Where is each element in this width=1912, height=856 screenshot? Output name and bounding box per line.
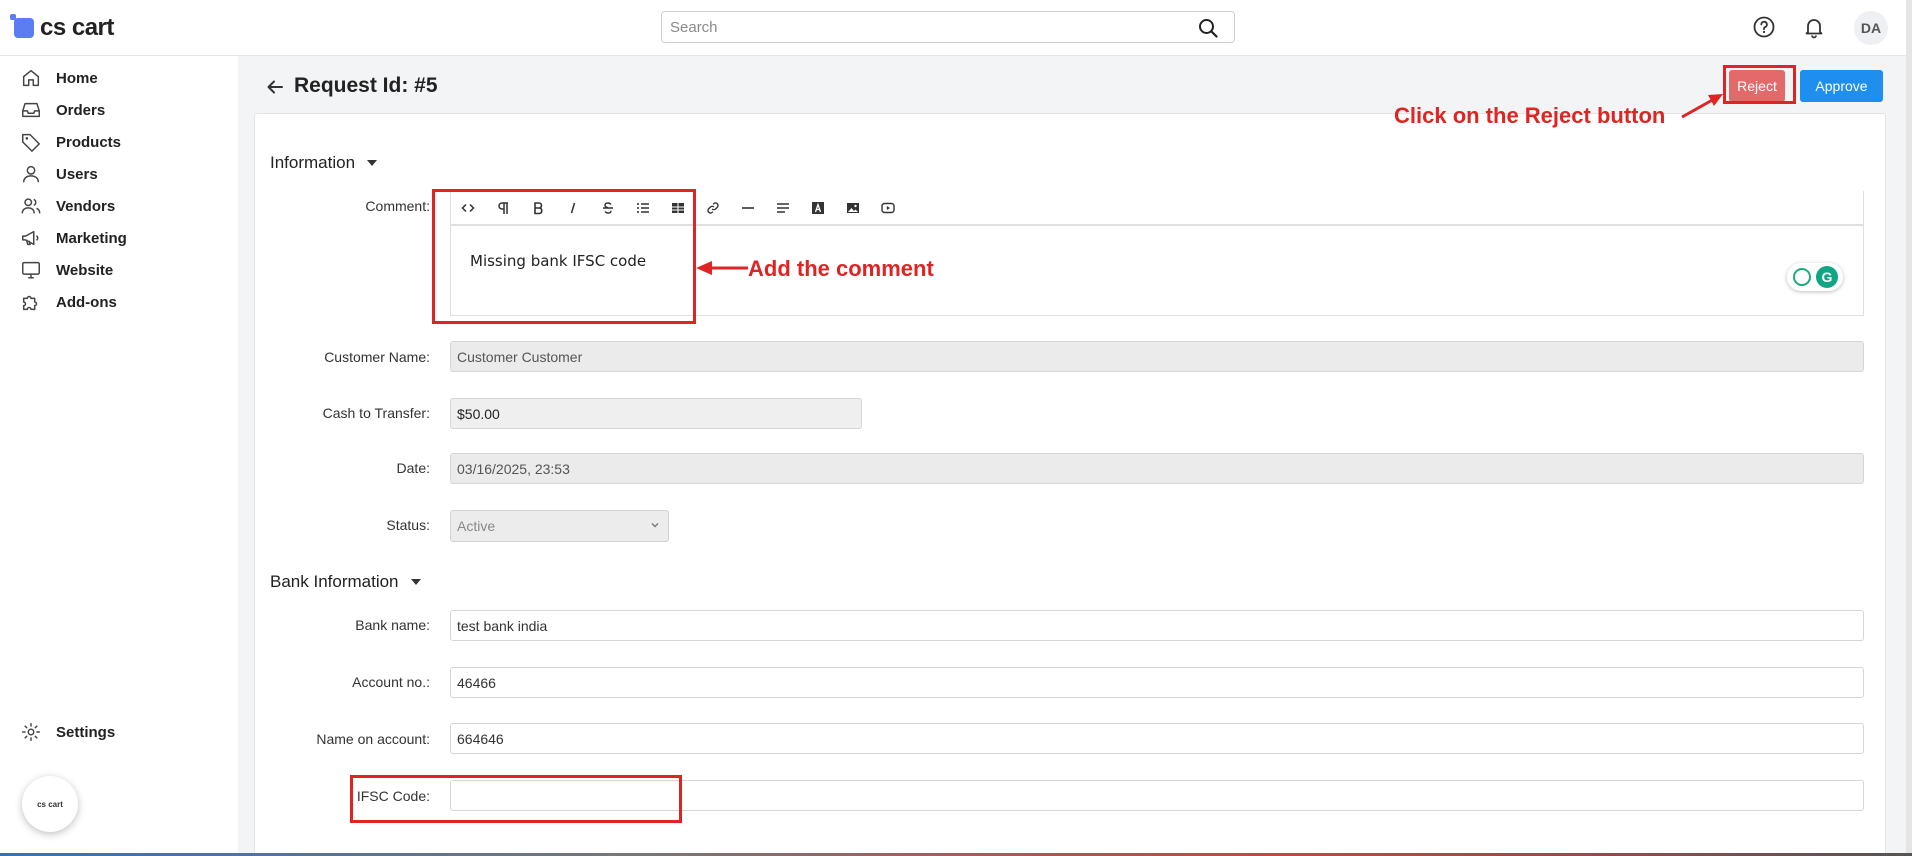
bank-information-section-toggle[interactable]: Bank Information <box>270 572 421 592</box>
search-box <box>661 11 1235 43</box>
grammarly-icon: G <box>1816 266 1838 288</box>
customer-name-field: Customer Customer <box>450 341 1864 372</box>
sidebar-item-orders[interactable]: Orders <box>20 96 105 124</box>
horizontal-rule-icon[interactable] <box>730 190 765 225</box>
font-color-icon[interactable] <box>800 190 835 225</box>
top-bar: cs cart DA <box>0 0 1912 56</box>
reject-highlight-box <box>1723 65 1796 104</box>
sidebar-item-label: Vendors <box>56 197 116 215</box>
sidebar-item-label: Add-ons <box>56 293 117 311</box>
users-icon <box>21 198 41 214</box>
video-icon[interactable] <box>870 190 905 225</box>
name-on-account-label: Name on account: <box>316 731 430 747</box>
chevron-down-icon <box>651 523 659 528</box>
tag-icon <box>22 133 40 152</box>
ifsc-highlight-box <box>350 775 682 823</box>
bank-name-label: Bank name: <box>355 617 430 633</box>
puzzle-icon <box>22 295 38 311</box>
monitor-icon <box>22 261 40 279</box>
align-icon[interactable] <box>765 190 800 225</box>
widget-text: cs cart <box>37 799 63 809</box>
help-icon[interactable] <box>1752 15 1776 39</box>
sidebar-item-label: Users <box>56 165 98 183</box>
logo-mark-icon <box>10 14 34 38</box>
scrollbar[interactable] <box>1906 0 1912 856</box>
gear-icon <box>22 723 40 741</box>
sidebar-item-marketing[interactable]: Marketing <box>20 224 127 252</box>
comment-arrow-icon <box>696 261 748 275</box>
sidebar-item-home[interactable]: Home <box>20 64 98 92</box>
reject-annotation: Click on the Reject button <box>1394 103 1666 128</box>
caret-down-icon <box>410 579 421 585</box>
approve-button[interactable]: Approve <box>1800 70 1883 102</box>
logo-text: cs cart <box>40 14 114 41</box>
account-no-field[interactable]: 46466 <box>450 667 1864 698</box>
information-section-toggle[interactable]: Information <box>270 153 378 173</box>
link-icon[interactable] <box>695 190 730 225</box>
status-label: Status: <box>386 517 430 533</box>
date-label: Date: <box>396 460 430 476</box>
caret-down-icon <box>367 160 378 166</box>
back-arrow-icon[interactable] <box>264 76 286 98</box>
avatar[interactable]: DA <box>1854 11 1888 45</box>
status-value: Active <box>457 518 496 534</box>
sidebar-item-products[interactable]: Products <box>20 128 121 156</box>
account-no-label: Account no.: <box>352 674 430 690</box>
megaphone-icon <box>22 230 39 246</box>
user-icon <box>22 165 40 183</box>
cash-to-transfer-label: Cash to Transfer: <box>322 405 430 421</box>
sidebar-item-label: Website <box>56 261 114 279</box>
date-field: 03/16/2025, 23:53 <box>450 453 1864 484</box>
customer-name-label: Customer Name: <box>324 349 430 365</box>
comment-annotation: Add the comment <box>748 256 934 281</box>
sidebar-item-label: Orders <box>56 101 106 119</box>
section-title: Bank Information <box>270 572 399 591</box>
sidebar-item-vendors[interactable]: Vendors <box>20 192 115 220</box>
inbox-icon <box>22 102 40 118</box>
page-title: Request Id: #5 <box>294 74 438 97</box>
sidebar-item-label: Marketing <box>56 229 127 247</box>
sidebar-item-settings[interactable]: Settings <box>20 718 115 746</box>
comment-label: Comment: <box>365 198 430 214</box>
sidebar-item-website[interactable]: Website <box>20 256 113 284</box>
reject-arrow-icon <box>1681 94 1723 119</box>
logo[interactable]: cs cart <box>10 14 114 42</box>
search-icon[interactable] <box>1198 18 1218 38</box>
sidebar-item-add-ons[interactable]: Add-ons <box>20 288 117 316</box>
bank-name-field[interactable]: test bank india <box>450 610 1864 641</box>
section-title: Information <box>270 153 356 172</box>
name-on-account-field[interactable]: 664646 <box>450 723 1864 754</box>
home-icon <box>22 69 40 87</box>
sidebar-item-label: Home <box>56 69 98 87</box>
comment-highlight-box <box>432 189 696 324</box>
sidebar-item-label: Products <box>56 133 122 151</box>
bulb-icon <box>1793 268 1811 286</box>
cs-cart-widget[interactable]: cs cart <box>22 776 78 832</box>
image-icon[interactable] <box>835 190 870 225</box>
cash-to-transfer-field[interactable]: $50.00 <box>450 398 862 429</box>
search-input[interactable] <box>662 12 1182 42</box>
grammarly-widget[interactable]: G <box>1787 263 1843 291</box>
sidebar-item-users[interactable]: Users <box>20 160 98 188</box>
status-select: Active <box>450 510 669 542</box>
bell-icon[interactable] <box>1802 15 1826 39</box>
sidebar-item-label: Settings <box>56 723 116 741</box>
